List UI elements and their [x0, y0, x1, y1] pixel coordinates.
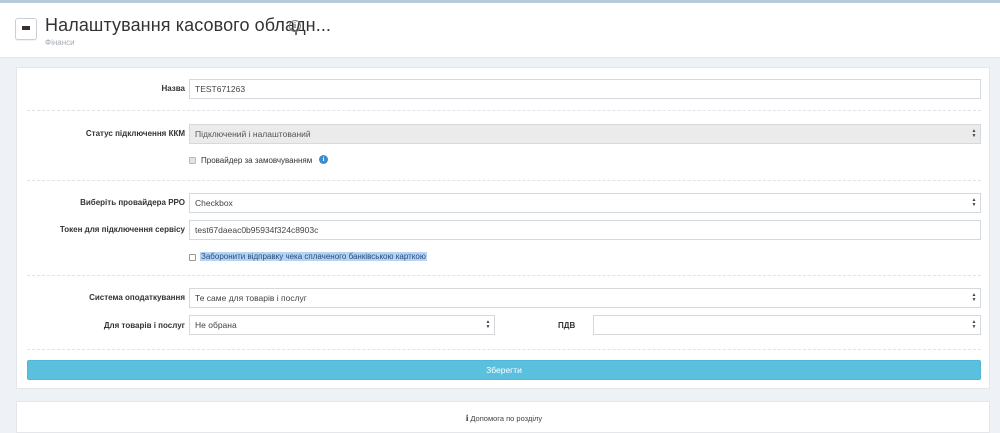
breadcrumb[interactable]: Фінанси — [45, 38, 75, 47]
tax-system-select-value: Те саме для товарів і послуг — [195, 293, 307, 303]
status-select[interactable]: Підключений і налаштований ▲ ▼ — [189, 124, 981, 144]
tax-system-label: Система оподаткування — [89, 293, 185, 302]
divider — [27, 180, 981, 181]
status-select-value: Підключений і налаштований — [195, 129, 311, 139]
tax-system-select[interactable]: Те саме для товарів і послуг ▲ ▼ — [189, 288, 981, 308]
divider — [27, 349, 981, 350]
select-arrows-icon: ▲ ▼ — [971, 319, 977, 330]
select-arrows-icon: ▲ ▼ — [971, 128, 977, 139]
name-input[interactable]: TEST671263 — [189, 79, 981, 99]
token-label: Токен для підключення сервісу — [59, 225, 185, 234]
vat-select[interactable]: ▲ ▼ — [593, 315, 981, 335]
goods-label: Для товарів і послуг — [103, 321, 185, 330]
status-label: Статус підключення ККМ — [85, 129, 185, 138]
select-arrows-icon: ▲ ▼ — [971, 197, 977, 208]
divider — [27, 110, 981, 111]
select-arrows-icon: ▲ ▼ — [971, 292, 977, 303]
divider — [27, 275, 981, 276]
help-link-label: Допомога по розділу — [470, 414, 543, 423]
provider-select[interactable]: Checkbox ▲ ▼ — [189, 193, 981, 213]
menu-toggle-button[interactable] — [15, 18, 37, 40]
help-link[interactable]: i Допомога по розділу — [17, 413, 991, 423]
goods-tax-select-value: Не обрана — [195, 320, 237, 330]
info-icon: i — [465, 413, 469, 423]
hamburger-icon — [22, 25, 30, 33]
settings-form-panel: Назва TEST671263 Статус підключення ККМ … — [16, 67, 990, 389]
help-footer: i Допомога по розділу — [16, 401, 990, 433]
info-icon[interactable]: i — [319, 155, 328, 164]
info-circle-icon[interactable]: i — [289, 20, 301, 32]
name-label: Назва — [161, 84, 185, 93]
provider-select-value: Checkbox — [195, 198, 233, 208]
save-button[interactable]: Зберегти — [27, 360, 981, 380]
forbid-card-receipt-checkbox[interactable] — [189, 254, 196, 261]
goods-tax-select[interactable]: Не обрана ▲ ▼ — [189, 315, 495, 335]
forbid-card-receipt-label: Заборонити відправку чека сплаченого бан… — [200, 252, 427, 261]
provider-label: Виберіть провайдера РРО — [80, 198, 185, 207]
default-provider-checkbox[interactable] — [189, 157, 196, 164]
page-header: Налаштування касового обладн... i Фінанс… — [0, 3, 1000, 58]
token-input[interactable]: test67daeac0b95934f324c8903c — [189, 220, 981, 240]
vat-label: ПДВ — [558, 321, 576, 330]
select-arrows-icon: ▲ ▼ — [485, 319, 491, 330]
default-provider-label: Провайдер за замовчуванням — [201, 156, 313, 165]
